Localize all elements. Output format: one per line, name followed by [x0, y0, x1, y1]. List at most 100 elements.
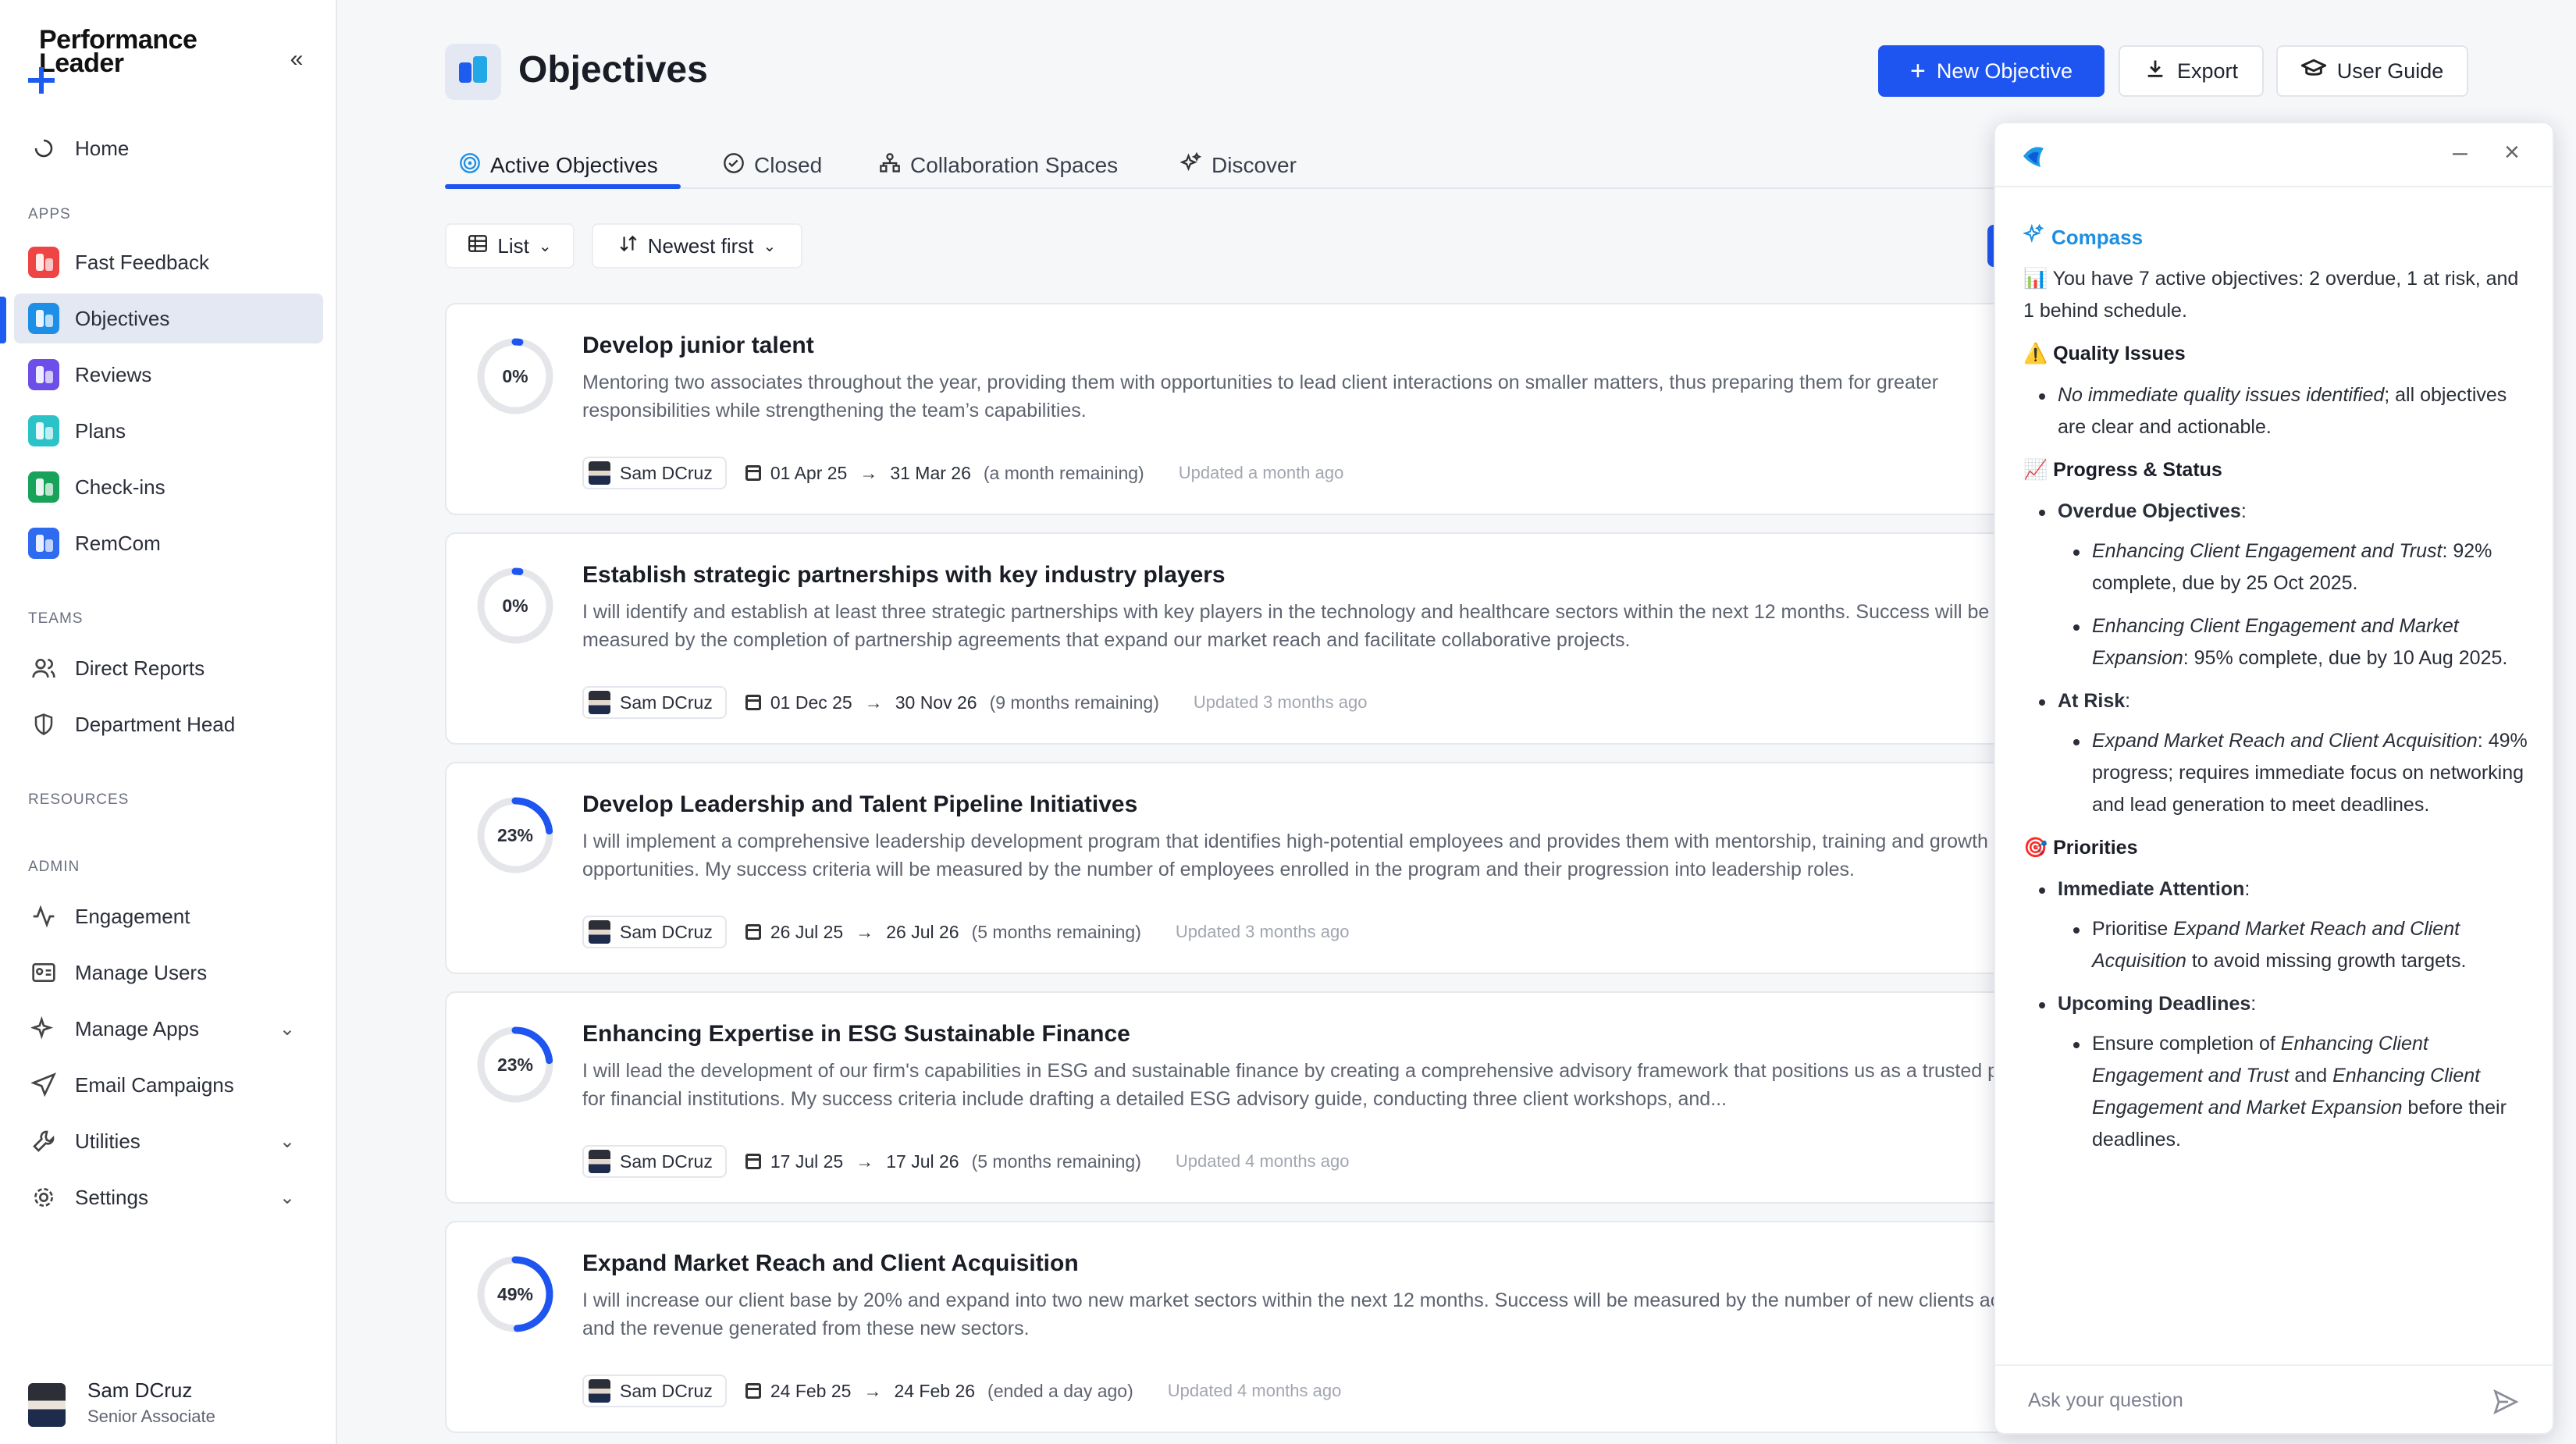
objective-title[interactable]: Expand Market Reach and Client Acquisiti…: [582, 1250, 1079, 1277]
start-date: 24 Feb 25: [770, 1380, 852, 1401]
sidebar-item-engagement[interactable]: Engagement: [14, 891, 323, 941]
owner-chip[interactable]: Sam DCruz: [582, 1375, 727, 1407]
objective-title[interactable]: Develop junior talent: [582, 333, 814, 359]
owner-chip[interactable]: Sam DCruz: [582, 686, 727, 719]
owner-chip[interactable]: Sam DCruz: [582, 1145, 727, 1178]
sidebar-item-plans[interactable]: Plans: [14, 406, 323, 456]
objective-card[interactable]: 23% Enhancing Expertise in ESG Sustainabl…: [445, 991, 2084, 1204]
priorities-heading: 🎯 Priorities: [2023, 832, 2531, 864]
avatar: [28, 1383, 66, 1427]
sidebar-item-department-head[interactable]: Department Head: [14, 699, 323, 749]
subheading: At Risk: [2058, 690, 2126, 712]
list-item-text: : 95% complete, due by 10 Aug 2025.: [2183, 647, 2508, 669]
network-icon: [879, 152, 901, 180]
objective-title[interactable]: Establish strategic partnerships with ke…: [582, 562, 1226, 589]
updated-timestamp: Updated 4 months ago: [1175, 1151, 1350, 1171]
objective-card[interactable]: 0% Develop junior talent Mentoring two ass…: [445, 303, 2084, 515]
sort-select[interactable]: Newest first ⌄: [592, 223, 802, 269]
owner-chip[interactable]: Sam DCruz: [582, 457, 727, 489]
list-item: Immediate Attention: Prioritise Expand M…: [2039, 873, 2531, 977]
avatar: [589, 1150, 610, 1173]
start-date: 01 Apr 25: [770, 462, 848, 483]
sidebar-item-remcom[interactable]: RemCom: [14, 518, 323, 568]
objective-description: I will increase our client base by 20% a…: [582, 1289, 2055, 1339]
check-ins-icon: [28, 471, 59, 503]
calendar-icon: [745, 465, 761, 481]
sidebar-item-manage-users[interactable]: Manage Users: [14, 948, 323, 998]
user-profile[interactable]: Sam DCruz Senior Associate: [28, 1378, 325, 1433]
app-logo[interactable]: Performance Leader: [28, 25, 262, 94]
sidebar-item-label: Fast Feedback: [75, 250, 209, 274]
atrisk-list: Expand Market Reach and Client Acquisiti…: [2058, 725, 2531, 821]
time-remaining: (ended a day ago): [987, 1380, 1133, 1401]
logo-text: Performance Leader: [39, 25, 197, 78]
progress-label: 0%: [502, 595, 528, 616]
tab-active-objectives[interactable]: Active Objectives: [459, 144, 658, 187]
objective-card[interactable]: 49% Expand Market Reach and Client Acquis…: [445, 1221, 2084, 1433]
updated-timestamp: Updated 4 months ago: [1167, 1381, 1342, 1400]
sort-select-label: Newest first: [647, 233, 754, 258]
upcoming-list: Ensure completion of Enhancing Client En…: [2058, 1028, 2531, 1156]
objective-card[interactable]: 0% Establish strategic partnerships with …: [445, 532, 2084, 745]
sidebar-item-label: Manage Users: [75, 960, 208, 984]
warning-icon: ⚠️: [2023, 343, 2048, 365]
owner-chip[interactable]: Sam DCruz: [582, 916, 727, 948]
sidebar-item-email-campaigns[interactable]: Email Campaigns: [14, 1060, 323, 1110]
list-item: Enhancing Client Engagement and Trust: 9…: [2073, 535, 2531, 599]
sidebar-item-direct-reports[interactable]: Direct Reports: [14, 643, 323, 693]
objective-description: I will lead the development of our firm'…: [582, 1060, 2050, 1110]
chevron-down-icon[interactable]: ⌄: [279, 1186, 295, 1209]
sidebar-item-check-ins[interactable]: Check-ins: [14, 462, 323, 512]
list-item-text: Prioritise: [2092, 918, 2174, 940]
calendar-icon: [745, 1154, 761, 1169]
objective-title[interactable]: Develop Leadership and Talent Pipeline I…: [582, 791, 1137, 818]
chat-input[interactable]: Ask your question: [2028, 1389, 2183, 1412]
list-item: Expand Market Reach and Client Acquisiti…: [2073, 725, 2531, 821]
page-title: Objectives: [518, 49, 708, 91]
end-date: 31 Mar 26: [890, 462, 971, 483]
close-icon[interactable]: ×: [2504, 137, 2520, 168]
compass-logo-icon: [2017, 140, 2048, 172]
sidebar-item-fast-feedback[interactable]: Fast Feedback: [14, 237, 323, 287]
end-date: 17 Jul 26: [886, 1151, 959, 1172]
avatar: [589, 920, 610, 944]
sidebar-item-settings[interactable]: Settings ⌄: [14, 1172, 323, 1222]
subheading: Upcoming Deadlines: [2058, 993, 2251, 1015]
list-item: At Risk: Expand Market Reach and Client …: [2039, 685, 2531, 821]
sidebar-item-manage-apps[interactable]: Manage Apps ⌄: [14, 1004, 323, 1054]
sidebar-item-objectives[interactable]: Objectives: [14, 293, 323, 343]
section-label-resources: RESOURCES: [28, 791, 130, 808]
collapse-sidebar-icon[interactable]: «: [284, 48, 309, 73]
fast-feedback-icon: [28, 247, 59, 278]
time-remaining: (5 months remaining): [971, 921, 1141, 942]
sidebar-item-utilities[interactable]: Utilities ⌄: [14, 1116, 323, 1166]
sidebar-item-label: Manage Apps: [75, 1016, 200, 1040]
end-date: 26 Jul 26: [886, 921, 959, 942]
sidebar-item-reviews[interactable]: Reviews: [14, 350, 323, 400]
tab-closed[interactable]: Closed: [723, 144, 822, 187]
chat-input-bar[interactable]: Ask your question: [1995, 1364, 2553, 1433]
objective-card[interactable]: 23% Develop Leadership and Talent Pipelin…: [445, 762, 2084, 974]
list-item-text: and: [2289, 1065, 2333, 1087]
export-button[interactable]: Export: [2119, 45, 2264, 97]
tab-discover[interactable]: Discover: [1179, 144, 1297, 187]
sidebar-item-label: Email Campaigns: [75, 1072, 234, 1097]
summary-label: You have 7 active objectives: 2 overdue,…: [2023, 268, 2519, 322]
end-date: 30 Nov 26: [895, 692, 977, 713]
chevron-down-icon[interactable]: ⌄: [279, 1130, 295, 1153]
new-objective-button[interactable]: + New Objective: [1878, 45, 2105, 97]
user-guide-button[interactable]: User Guide: [2276, 45, 2468, 97]
plans-icon: [28, 415, 59, 446]
reviews-icon: [28, 359, 59, 390]
sidebar-item-home[interactable]: Home: [14, 123, 323, 173]
tab-collaboration-spaces[interactable]: Collaboration Spaces: [879, 144, 1118, 187]
minimize-icon[interactable]: –: [2453, 137, 2467, 168]
heading-label: Priorities: [2053, 837, 2138, 859]
view-select[interactable]: List ⌄: [445, 223, 575, 269]
users-icon: [28, 653, 59, 684]
chevron-down-icon[interactable]: ⌄: [279, 1018, 295, 1040]
list-item: Prioritise Expand Market Reach and Clien…: [2073, 913, 2531, 977]
objective-title[interactable]: Enhancing Expertise in ESG Sustainable F…: [582, 1021, 1130, 1047]
chevron-down-icon: ⌄: [763, 237, 777, 255]
send-icon[interactable]: [2492, 1388, 2520, 1416]
